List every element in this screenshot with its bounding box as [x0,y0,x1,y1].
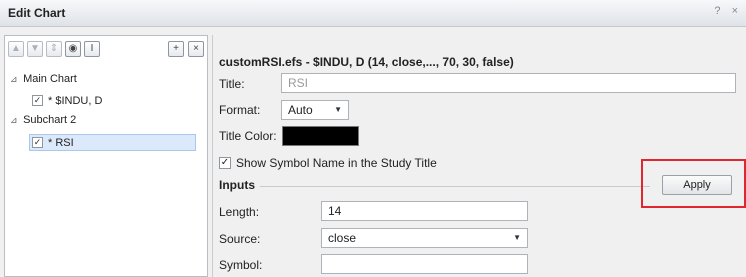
study-header: customRSI.efs - $INDU, D (14, close,...,… [219,55,514,69]
checkbox-indu[interactable]: ✓ [32,95,43,106]
remove-icon[interactable]: × [188,41,204,57]
format-value: Auto [288,103,313,117]
title-label: Title: [219,77,245,91]
move-up-icon[interactable]: ▲ [8,41,24,57]
add-icon[interactable]: + [168,41,184,57]
close-icon[interactable]: × [732,5,738,17]
tree-label-main-chart: Main Chart [23,73,77,85]
help-icon[interactable]: ? [714,5,720,17]
symbol-label: Symbol: [219,258,263,272]
chevron-down-icon: ▼ [513,233,521,242]
source-label: Source: [219,232,261,246]
tree-item-main-chart[interactable]: ⊿ Main Chart [10,70,77,88]
tree-item-rsi[interactable]: * RSI [48,134,74,152]
dialog-title: Edit Chart [8,6,66,20]
move-down-icon[interactable]: ▼ [27,41,43,57]
text-icon[interactable]: I [84,41,100,57]
dialog-titlebar: Edit Chart ? × [0,0,746,27]
format-select[interactable]: Auto ▼ [281,100,349,120]
symbol-input[interactable] [321,254,528,274]
title-input[interactable]: RSI [281,73,736,93]
format-label: Format: [219,103,261,117]
show-symbol-checkbox[interactable]: ✓ [219,157,231,169]
eye-icon[interactable]: ◉ [65,41,81,57]
source-select[interactable]: close ▼ [321,228,528,248]
window-controls: ? × [706,5,738,17]
section-divider [260,186,650,187]
title-color-swatch[interactable] [282,126,359,146]
show-symbol-label: Show Symbol Name in the Study Title [236,156,437,170]
tree-item-indu[interactable]: * $INDU, D [48,92,102,110]
length-label: Length: [219,205,260,219]
tree-label-subchart: Subchart 2 [23,114,77,126]
checkbox-rsi[interactable]: ✓ [32,137,43,148]
inputs-section-title: Inputs [219,178,255,192]
chevron-down-icon: ▼ [334,105,342,114]
expand-triangle-icon[interactable]: ⊿ [10,70,20,88]
tree-item-subchart[interactable]: ⊿ Subchart 2 [10,111,76,129]
expand-triangle-icon[interactable]: ⊿ [10,111,20,129]
source-value: close [328,231,357,245]
title-color-label: Title Color: [219,129,277,143]
length-input[interactable]: 14 [321,201,528,221]
reorder-icon[interactable]: ⇕ [46,41,62,57]
apply-button[interactable]: Apply [662,175,732,195]
